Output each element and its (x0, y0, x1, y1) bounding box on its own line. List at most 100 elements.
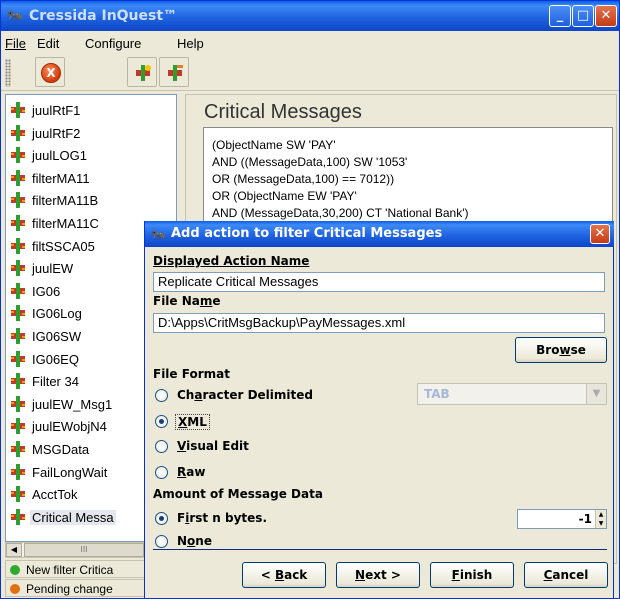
filter-label: juulLOG1 (32, 148, 87, 164)
dialog-title: Add action to filter Critical Messages (171, 226, 443, 241)
filter-icon (10, 328, 26, 344)
chevron-down-icon[interactable]: ▼ (586, 384, 606, 404)
filter-label: filterMA11B (32, 193, 99, 209)
title-bar[interactable]: 🐜 Cressida InQuest™ _ □ ✕ (1, 1, 619, 31)
delimiter-value: TAB (424, 387, 450, 401)
filter-label: IG06 (32, 283, 61, 299)
action-name-input[interactable]: Replicate Critical Messages (153, 272, 605, 292)
filter-label: filterMA11C (32, 216, 99, 231)
green-status-icon (10, 565, 20, 575)
list-item[interactable]: filterMA11 (6, 167, 176, 189)
scroll-thumb[interactable]: III (24, 543, 144, 557)
scroll-left-icon[interactable]: ◀ (6, 543, 22, 557)
action-name-label: Displayed Action Name (153, 254, 310, 268)
menu-configure[interactable]: Configure (85, 36, 141, 51)
edit-filter-button[interactable] (159, 57, 189, 87)
filter-label: juulEW_Msg1 (32, 396, 113, 412)
filter-label: Critical Messa (30, 509, 116, 525)
browse-button[interactable]: Browse (515, 337, 607, 363)
panel-title: Critical Messages (204, 101, 362, 123)
filter-label: IG06SW (32, 329, 82, 344)
radio-button[interactable] (155, 440, 168, 453)
menu-edit[interactable]: Edit (37, 36, 59, 51)
filter-icon (10, 215, 26, 231)
divider (153, 549, 607, 550)
main-window: 🐜 Cressida InQuest™ _ □ ✕ File Edit Conf… (0, 0, 620, 599)
file-format-label: File Format (153, 367, 230, 381)
radio-button[interactable] (155, 512, 168, 525)
filter-label: IG06EQ (32, 351, 79, 367)
filter-icon (10, 260, 26, 277)
stop-button[interactable]: X (35, 57, 65, 87)
radio-button[interactable] (155, 466, 168, 479)
dialog-close-button[interactable]: ✕ (590, 224, 610, 244)
spinner-arrows-icon[interactable]: ▲ ▼ (595, 510, 606, 528)
filter-label: MSGData (32, 442, 90, 457)
query-line: OR (ObjectName EW 'PAY' (212, 189, 357, 203)
filter-icon (10, 102, 26, 118)
orange-status-icon (10, 584, 20, 594)
list-item[interactable]: filterMA11B (6, 189, 176, 211)
query-line: (ObjectName SW 'PAY' (212, 138, 336, 152)
filter-icon (10, 418, 26, 435)
back-button[interactable]: < Back (242, 562, 326, 588)
status-text: New filter Critica (26, 563, 114, 577)
filter-icon (10, 508, 26, 525)
bytes-value: -1 (578, 512, 592, 526)
add-filter-icon (136, 65, 151, 81)
filter-label: IG06Log (32, 306, 82, 322)
file-name-input[interactable]: D:\Apps\CritMsgBackup\PayMessages.xml (153, 313, 605, 333)
filter-label: filtSSCA05 (32, 238, 95, 254)
file-name-label: File Name (153, 294, 221, 308)
filter-label: juulEW (32, 261, 74, 277)
toolbar: X (1, 55, 619, 91)
delimiter-select[interactable]: TAB ▼ (417, 383, 607, 405)
filter-icon (10, 373, 26, 390)
app-logo-icon: 🐜 (151, 227, 166, 241)
filter-icon (10, 237, 26, 254)
filter-icon (10, 486, 26, 503)
list-item[interactable]: juulRtF2 (6, 122, 176, 144)
dialog-title-bar[interactable]: 🐜 Add action to filter Critical Messages… (145, 221, 614, 247)
filter-label: filterMA11 (32, 170, 90, 186)
filter-icon (10, 282, 26, 299)
filter-icon (10, 305, 26, 322)
maximize-button[interactable]: □ (572, 5, 594, 27)
menu-bar: File Edit Configure Help (1, 31, 619, 55)
filter-label: juulRtF1 (32, 103, 81, 118)
filter-icon (10, 169, 26, 186)
filter-icon (10, 147, 26, 164)
radio-button[interactable] (155, 415, 168, 428)
list-item[interactable]: juulRtF1 (6, 99, 176, 121)
filter-icon (10, 124, 26, 141)
menu-file[interactable]: File (5, 36, 26, 51)
filter-label: Filter 34 (32, 374, 79, 390)
status-text: Pending change (26, 582, 113, 596)
bytes-spinner[interactable]: -1 ▲ ▼ (517, 509, 607, 529)
menu-help[interactable]: Help (177, 36, 204, 51)
filter-icon (10, 192, 26, 209)
filter-label: juulRtF2 (32, 125, 81, 141)
filter-icon (10, 441, 26, 457)
radio-button[interactable] (155, 535, 168, 548)
next-button[interactable]: Next > (336, 562, 420, 588)
new-filter-button[interactable] (127, 57, 157, 87)
toolbar-grip[interactable] (5, 59, 11, 87)
add-action-dialog: 🐜 Add action to filter Critical Messages… (144, 221, 614, 598)
list-item[interactable]: juulLOG1 (6, 144, 176, 166)
filter-label: AcctTok (32, 487, 78, 503)
close-button[interactable]: ✕ (595, 5, 617, 27)
amount-label: Amount of Message Data (153, 487, 323, 501)
filter-icon (10, 463, 26, 480)
filter-label: juulEWobjN4 (32, 419, 107, 435)
cancel-button[interactable]: Cancel (524, 562, 608, 588)
radio-button[interactable] (155, 389, 168, 402)
app-logo-icon: 🐜 (7, 8, 24, 23)
minimize-button[interactable]: _ (549, 5, 571, 27)
stop-icon: X (41, 63, 61, 83)
filter-label: FailLongWait (32, 464, 108, 480)
finish-button[interactable]: Finish (430, 562, 514, 588)
query-line: AND (MessageData,30,200) CT 'National Ba… (212, 206, 469, 220)
query-line: AND ((MessageData,100) SW '1053' (212, 155, 408, 169)
edit-filter-icon (168, 65, 183, 81)
